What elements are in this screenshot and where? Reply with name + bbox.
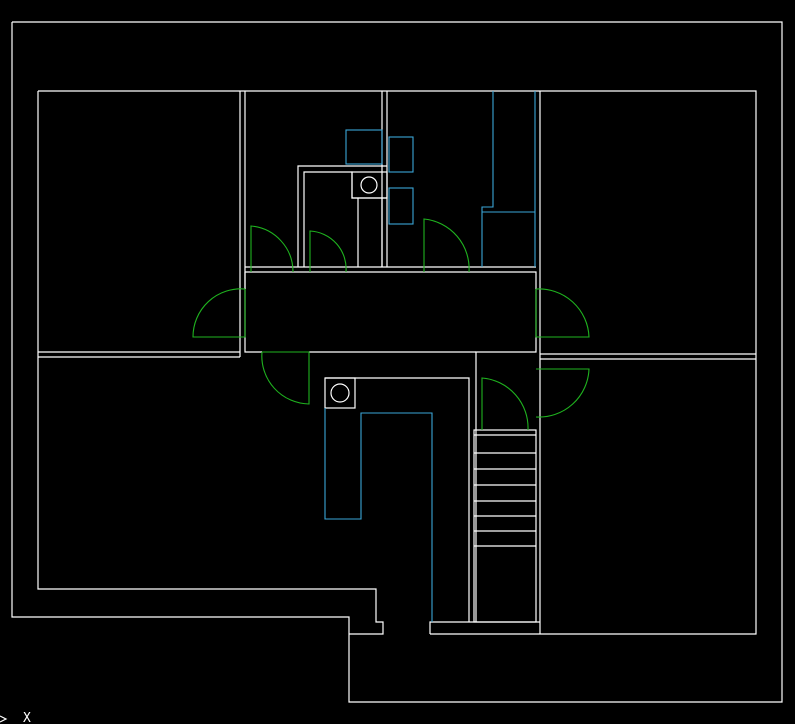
door-left-room <box>192 288 246 338</box>
door-right-lower <box>535 368 590 418</box>
ucs-icon: X <box>0 711 31 724</box>
door-lower-corridor <box>261 351 310 405</box>
door-swings <box>192 218 590 431</box>
door-right-upper <box>535 288 590 338</box>
door-upper-mid <box>309 230 347 273</box>
central-corridor <box>244 266 537 622</box>
kitchen-fixtures <box>324 91 536 622</box>
ucs-x-label: X <box>23 711 31 724</box>
toilet-symbol-lower <box>330 383 350 403</box>
door-upper-kitchen <box>423 218 470 273</box>
staircase <box>473 429 537 623</box>
outer-wall-outline <box>11 21 783 703</box>
left-room-partitions <box>38 91 246 358</box>
upper-middle-rooms <box>297 91 388 267</box>
door-upper-left <box>250 225 294 273</box>
right-room-partitions <box>539 91 756 634</box>
lower-central-room <box>324 377 470 622</box>
door-stairs <box>481 377 529 431</box>
floor-plan-drawing: X <box>0 21 783 724</box>
toilet-symbol <box>360 176 378 194</box>
